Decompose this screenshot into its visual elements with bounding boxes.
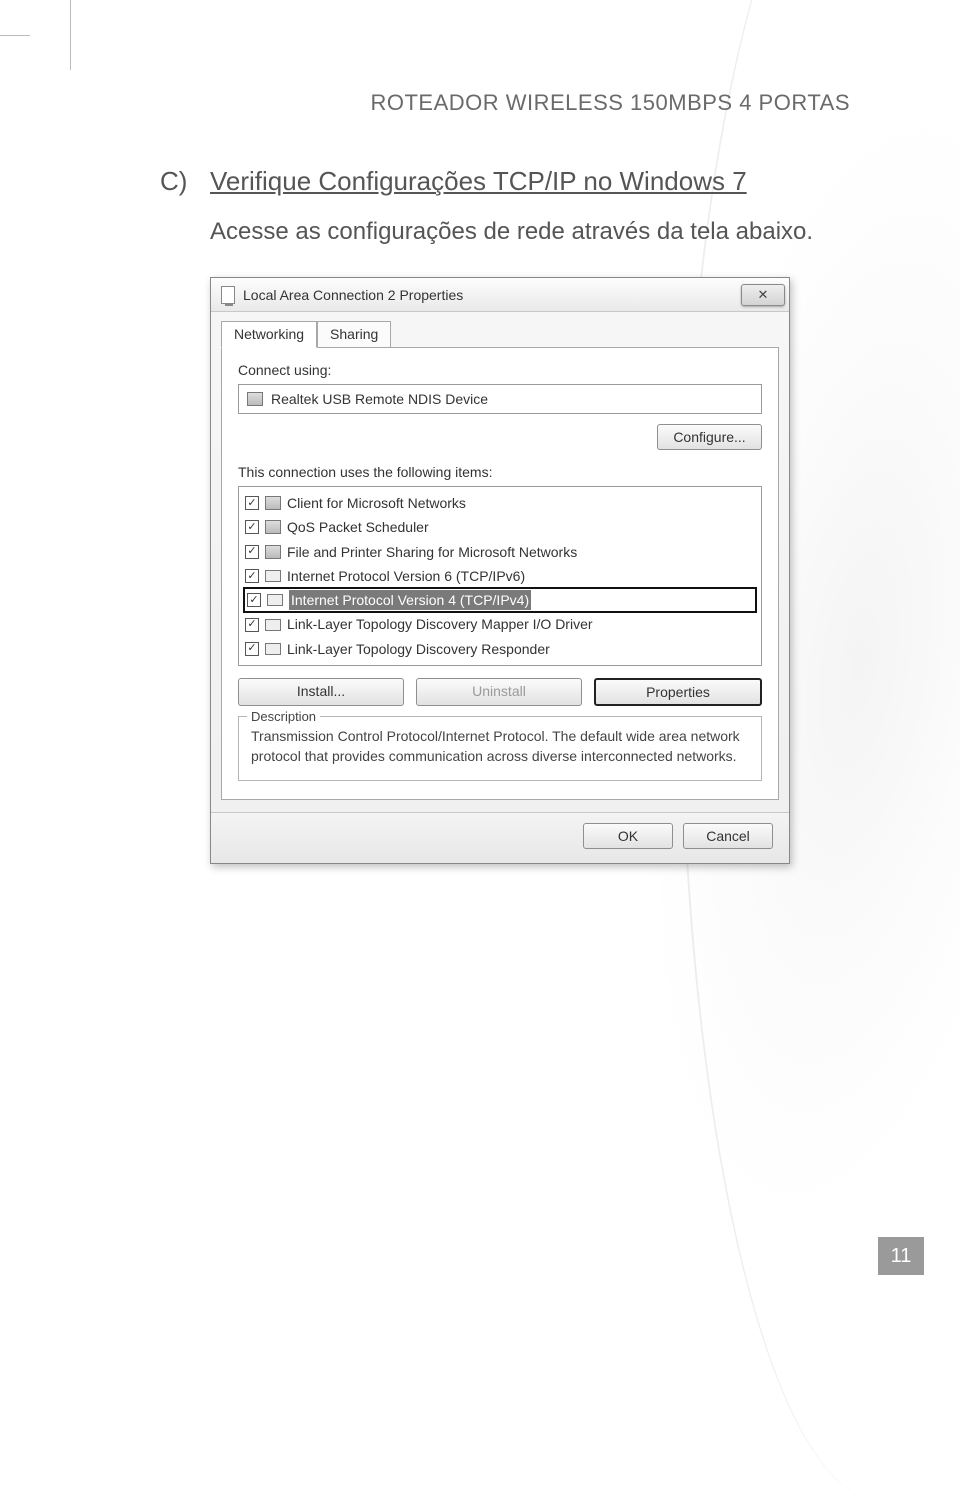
protocol-icon [267, 594, 283, 606]
titlebar: Local Area Connection 2 Properties ✕ [211, 278, 789, 312]
list-item-label: Client for Microsoft Networks [287, 493, 466, 513]
section-title: Verifique Configurações TCP/IP no Window… [210, 166, 747, 197]
section-body: Acesse as configurações de rede através … [210, 217, 850, 247]
checkbox-icon[interactable]: ✓ [245, 545, 259, 559]
connect-using-label: Connect using: [238, 362, 762, 378]
list-item-label: Internet Protocol Version 6 (TCP/IPv6) [287, 566, 525, 586]
nic-icon [221, 286, 235, 304]
tab-networking[interactable]: Networking [221, 321, 317, 348]
component-icon [265, 520, 281, 534]
checkbox-icon[interactable]: ✓ [245, 569, 259, 583]
section-letter: C) [160, 166, 190, 197]
items-list[interactable]: ✓ Client for Microsoft Networks ✓ QoS Pa… [238, 486, 762, 666]
dialog-title: Local Area Connection 2 Properties [243, 287, 463, 303]
list-item-label: Internet Protocol Version 4 (TCP/IPv4) [289, 590, 531, 610]
tab-strip: Networking Sharing [221, 320, 789, 347]
checkbox-icon[interactable]: ✓ [245, 642, 259, 656]
checkbox-icon[interactable]: ✓ [247, 593, 261, 607]
list-item-label: Link-Layer Topology Discovery Responder [287, 639, 550, 659]
list-item[interactable]: ✓ Internet Protocol Version 6 (TCP/IPv6) [239, 564, 761, 588]
ok-button[interactable]: OK [583, 823, 673, 849]
cancel-button[interactable]: Cancel [683, 823, 773, 849]
protocol-icon [265, 619, 281, 631]
properties-dialog: Local Area Connection 2 Properties ✕ Net… [210, 277, 790, 864]
properties-button[interactable]: Properties [594, 678, 762, 706]
list-item-label: File and Printer Sharing for Microsoft N… [287, 542, 577, 562]
tab-sharing[interactable]: Sharing [317, 321, 391, 348]
description-legend: Description [247, 708, 320, 726]
list-item[interactable]: ✓ File and Printer Sharing for Microsoft… [239, 540, 761, 564]
close-icon: ✕ [758, 287, 769, 303]
component-icon [265, 545, 281, 559]
description-text: Transmission Control Protocol/Internet P… [251, 728, 740, 764]
dialog-footer: OK Cancel [211, 812, 789, 863]
adapter-name: Realtek USB Remote NDIS Device [271, 391, 488, 407]
component-icon [265, 496, 281, 510]
adapter-icon [247, 392, 263, 406]
description-group: Description Transmission Control Protoco… [238, 716, 762, 781]
uninstall-button[interactable]: Uninstall [416, 678, 582, 706]
list-item[interactable]: ✓ QoS Packet Scheduler [239, 515, 761, 539]
list-item-selected[interactable]: ✓ Internet Protocol Version 4 (TCP/IPv4) [243, 587, 757, 613]
list-item-label: QoS Packet Scheduler [287, 517, 429, 537]
adapter-field: Realtek USB Remote NDIS Device [238, 384, 762, 414]
list-item[interactable]: ✓ Link-Layer Topology Discovery Responde… [239, 637, 761, 661]
running-head: ROTEADOR WIRELESS 150MBPS 4 PORTAS [160, 90, 850, 116]
configure-button[interactable]: Configure... [657, 424, 762, 450]
protocol-icon [265, 643, 281, 655]
page-number: 11 [878, 1237, 924, 1275]
close-button[interactable]: ✕ [741, 284, 785, 306]
checkbox-icon[interactable]: ✓ [245, 496, 259, 510]
protocol-icon [265, 570, 281, 582]
list-item-label: Link-Layer Topology Discovery Mapper I/O… [287, 614, 593, 634]
list-item[interactable]: ✓ Link-Layer Topology Discovery Mapper I… [239, 612, 761, 636]
checkbox-icon[interactable]: ✓ [245, 520, 259, 534]
list-item[interactable]: ✓ Client for Microsoft Networks [239, 491, 761, 515]
items-label: This connection uses the following items… [238, 464, 762, 480]
install-button[interactable]: Install... [238, 678, 404, 706]
checkbox-icon[interactable]: ✓ [245, 618, 259, 632]
tab-panel-networking: Connect using: Realtek USB Remote NDIS D… [221, 347, 779, 800]
